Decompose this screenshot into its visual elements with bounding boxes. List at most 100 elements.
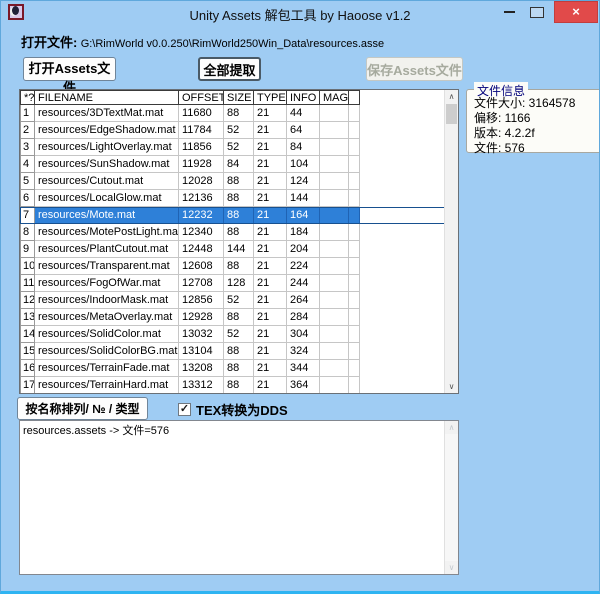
cell-n: 9 [20,241,35,258]
cell-size: 52 [224,292,254,309]
cell-filename: resources/SolidColor.mat [35,326,179,343]
table-row[interactable]: 6resources/LocalGlow.mat121368821144 [20,190,445,207]
table-row[interactable]: 2resources/EdgeShadow.mat11784522164 [20,122,445,139]
cell-extra [349,241,360,258]
open-file-label: 打开文件: [21,35,77,50]
cell-extra [349,156,360,173]
cell-filename: resources/LocalGlow.mat [35,190,179,207]
cell-size: 84 [224,156,254,173]
tex-dds-checkbox-row: ✓ TEX转换为DDS [178,400,288,419]
table-row[interactable]: 1resources/3DTextMat.mat11680882144 [20,105,445,122]
table-row[interactable]: 5resources/Cutout.mat120288821124 [20,173,445,190]
cell-n: 4 [20,156,35,173]
cell-magic [320,377,349,393]
table-header[interactable]: *?FILENAMEOFFSETSIZETYPEINFOMAGIC [20,90,445,105]
cell-magic [320,360,349,377]
cell-magic [320,207,349,224]
column-header[interactable] [349,90,360,105]
log-textbox[interactable]: resources.assets -> 文件=576 ∧ ∨ [19,420,459,575]
log-scroll-up-icon[interactable]: ∧ [445,421,458,434]
cell-type: 21 [254,173,287,190]
cell-info: 204 [287,241,320,258]
cell-size: 88 [224,343,254,360]
column-header[interactable]: FILENAME [35,90,179,105]
cell-extra [349,122,360,139]
cell-size: 88 [224,377,254,393]
cell-type: 21 [254,139,287,156]
cell-filename: resources/PlantCutout.mat [35,241,179,258]
cell-n: 14 [20,326,35,343]
column-header[interactable]: MAGIC [320,90,349,105]
table-row[interactable]: 11resources/FogOfWar.mat1270812821244 [20,275,445,292]
close-button[interactable]: × [554,1,598,23]
table-row[interactable]: 15resources/SolidColorBG.mat131048821324 [20,343,445,360]
cell-size: 88 [224,258,254,275]
cell-magic [320,173,349,190]
table-row[interactable]: 3resources/LightOverlay.mat11856522184 [20,139,445,156]
table-row[interactable]: 14resources/SolidColor.mat130325221304 [20,326,445,343]
cell-type: 21 [254,105,287,122]
cell-info: 264 [287,292,320,309]
minimize-button[interactable] [498,1,522,23]
log-text: resources.assets -> 文件=576 [23,422,442,438]
cell-magic [320,224,349,241]
table-row[interactable]: 16resources/TerrainFade.mat132088821344 [20,360,445,377]
cell-extra [349,207,360,224]
table-row[interactable]: 13resources/MetaOverlay.mat129288821284 [20,309,445,326]
cell-n: 13 [20,309,35,326]
cell-type: 21 [254,292,287,309]
log-scroll-down-icon[interactable]: ∨ [445,561,458,574]
column-header[interactable]: OFFSET [179,90,224,105]
table-row[interactable]: 17resources/TerrainHard.mat133128821364 [20,377,445,393]
scroll-down-icon[interactable]: ∨ [445,380,458,393]
column-header[interactable]: *? [20,90,35,105]
cell-info: 164 [287,207,320,224]
table-row[interactable]: 10resources/Transparent.mat126088821224 [20,258,445,275]
cell-filename: resources/Cutout.mat [35,173,179,190]
file-info-line: 偏移: 1166 [474,111,600,126]
cell-type: 21 [254,156,287,173]
open-assets-button[interactable]: 打开Assets文件 [23,57,116,81]
table-body: 1resources/3DTextMat.mat116808821442reso… [20,105,445,393]
cell-n: 10 [20,258,35,275]
file-info-lines: 文件大小: 3164578偏移: 1166版本: 4.2.2f文件: 576 [474,96,600,156]
table-row[interactable]: 4resources/SunShadow.mat119288421104 [20,156,445,173]
cell-info: 344 [287,360,320,377]
cell-magic [320,309,349,326]
cell-type: 21 [254,343,287,360]
cell-offset: 11784 [179,122,224,139]
scrollbar-thumb[interactable] [446,104,457,124]
cell-filename: resources/SunShadow.mat [35,156,179,173]
sort-button[interactable]: 按名称排列/ № / 类型 [17,397,148,420]
table-row[interactable]: 7resources/Mote.mat122328821164 [20,207,445,224]
table-row[interactable]: 9resources/PlantCutout.mat1244814421204 [20,241,445,258]
cell-type: 21 [254,258,287,275]
table-row[interactable]: 12resources/IndoorMask.mat128565221264 [20,292,445,309]
scroll-up-icon[interactable]: ∧ [445,90,458,103]
cell-filename: resources/SolidColorBG.mat [35,343,179,360]
column-header[interactable]: TYPE [254,90,287,105]
close-icon: × [555,4,597,19]
cell-extra [349,139,360,156]
log-scrollbar[interactable]: ∧ ∨ [444,421,458,574]
extract-all-button[interactable]: 全部提取 [198,57,261,81]
cell-size: 52 [224,122,254,139]
cell-size: 88 [224,309,254,326]
cell-n: 1 [20,105,35,122]
maximize-button[interactable] [525,1,549,23]
cell-type: 21 [254,190,287,207]
tex-dds-checkbox[interactable]: ✓ [178,403,191,416]
column-header[interactable]: SIZE [224,90,254,105]
table-row[interactable]: 8resources/MotePostLight.mat123408821184 [20,224,445,241]
cell-size: 52 [224,326,254,343]
cell-type: 21 [254,207,287,224]
cell-magic [320,190,349,207]
cell-filename: resources/EdgeShadow.mat [35,122,179,139]
column-header[interactable]: INFO [287,90,320,105]
tex-dds-label: TEX转换为DDS [196,400,288,419]
cell-magic [320,241,349,258]
cell-offset: 11680 [179,105,224,122]
cell-magic [320,292,349,309]
cell-n: 17 [20,377,35,393]
table-scrollbar[interactable]: ∧ ∨ [444,90,458,393]
